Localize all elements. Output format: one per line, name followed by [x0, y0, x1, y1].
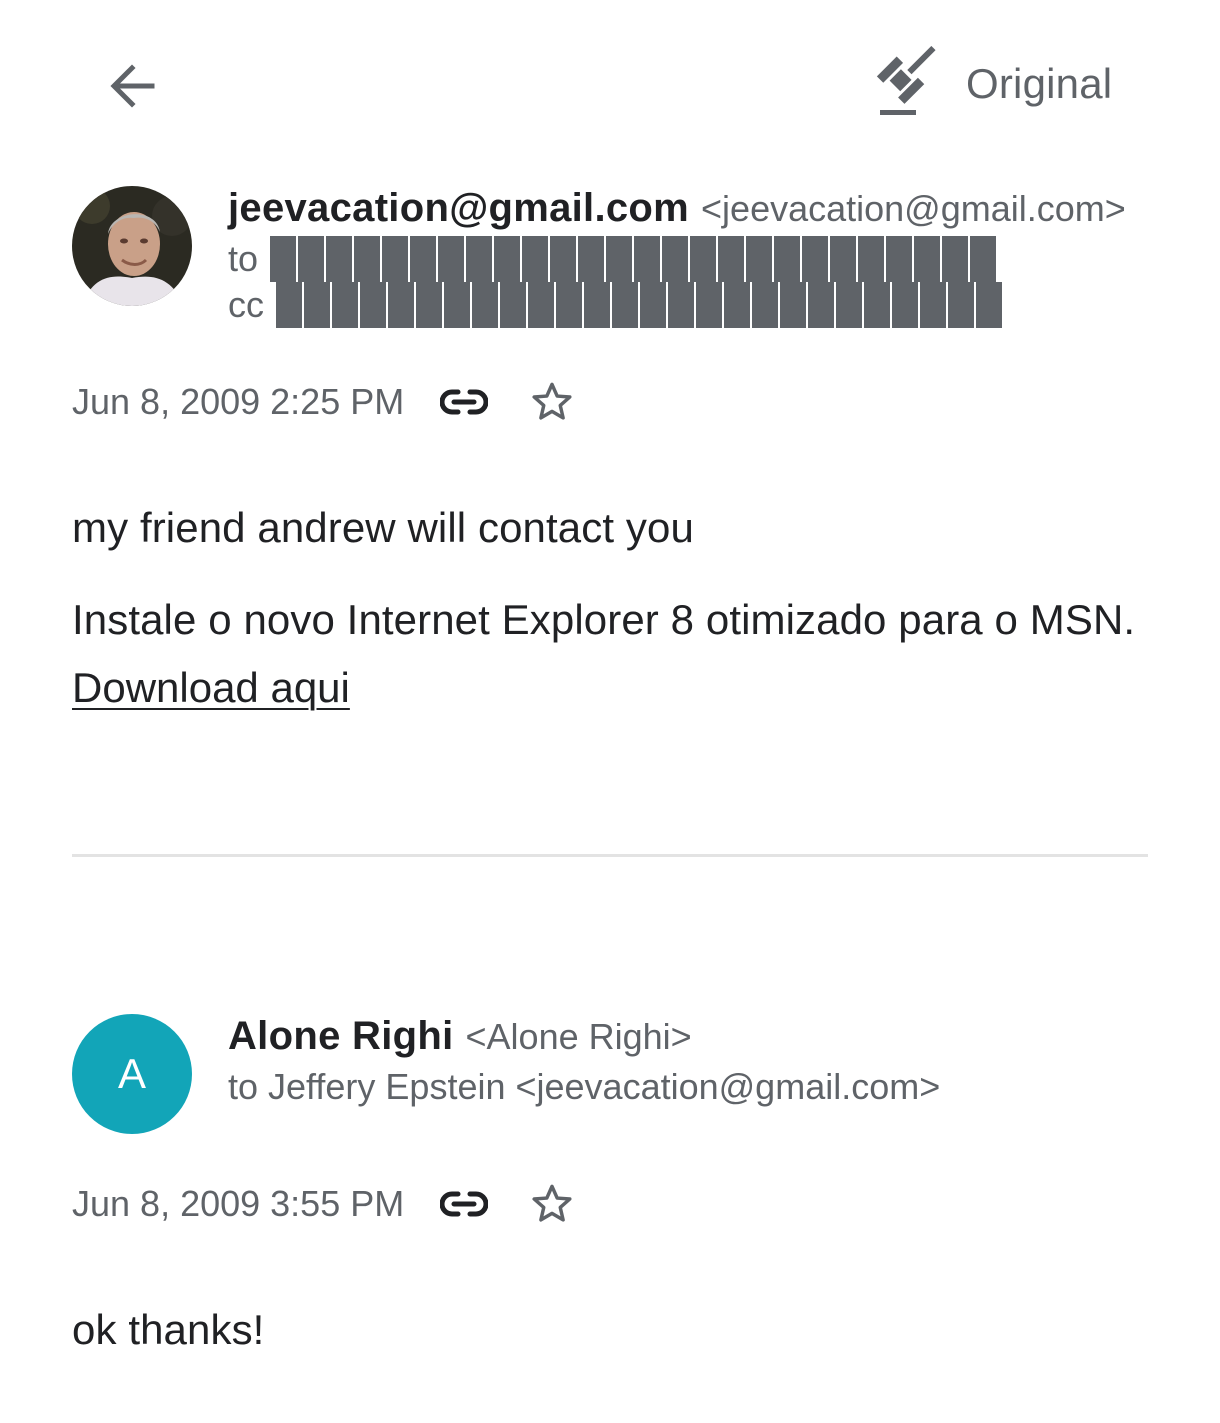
- cc-row: cc: [228, 282, 1004, 328]
- message-body-line: ok thanks!: [72, 1306, 265, 1353]
- original-label: Original: [966, 60, 1113, 107]
- gavel-icon: [872, 46, 944, 122]
- star-button[interactable]: [524, 1176, 580, 1232]
- avatar-letter: A: [117, 1050, 146, 1097]
- original-button[interactable]: Original: [872, 46, 1112, 122]
- avatar-photo: [72, 186, 192, 306]
- copy-link-button[interactable]: [436, 1176, 492, 1232]
- star-icon: [532, 382, 572, 420]
- download-link[interactable]: Download aqui: [72, 664, 350, 712]
- to-row: to: [228, 236, 999, 282]
- message-meta: Jun 8, 2009 3:55 PM: [72, 1176, 580, 1232]
- redacted-cc: [276, 282, 1004, 328]
- star-button[interactable]: [524, 374, 580, 430]
- link-icon: [440, 389, 489, 415]
- message-date: Jun 8, 2009 3:55 PM: [72, 1183, 405, 1224]
- message-1: jeevacation@gmail.com <jeevacation@gmail.…: [72, 186, 1172, 746]
- copy-link-button[interactable]: [436, 374, 492, 430]
- sender-email: <jeevacation@gmail.com>: [701, 188, 1126, 229]
- message-divider: [72, 854, 1148, 857]
- recipient-line: to Jeffery Epstein <jeevacation@gmail.co…: [228, 1066, 941, 1107]
- sender-name[interactable]: Alone Righi: [228, 1014, 454, 1058]
- link-icon: [440, 1191, 489, 1217]
- message-date: Jun 8, 2009 2:25 PM: [72, 381, 405, 422]
- message-2: A Alone Righi <Alone Righi> to Jeffery Ep…: [72, 1014, 1172, 1374]
- redacted-recipient: [270, 236, 999, 282]
- message-meta: Jun 8, 2009 2:25 PM: [72, 374, 580, 430]
- message-body-line: Instale o novo Internet Explorer 8 otimi…: [72, 596, 1136, 643]
- sender-avatar[interactable]: A: [72, 1014, 192, 1134]
- sender-avatar[interactable]: [72, 186, 192, 306]
- sender-name[interactable]: jeevacation@gmail.com: [228, 186, 689, 230]
- star-icon: [532, 1184, 572, 1222]
- message-body-line: my friend andrew will contact you: [72, 504, 694, 551]
- sender-email: <Alone Righi>: [465, 1016, 692, 1057]
- cc-label: cc: [228, 284, 264, 325]
- arrow-left-icon: [110, 64, 155, 108]
- email-thread-view: Original jeevacation@gmail.com <jeevacati…: [0, 0, 1220, 1423]
- to-label: to: [228, 238, 259, 279]
- back-button[interactable]: [100, 54, 164, 118]
